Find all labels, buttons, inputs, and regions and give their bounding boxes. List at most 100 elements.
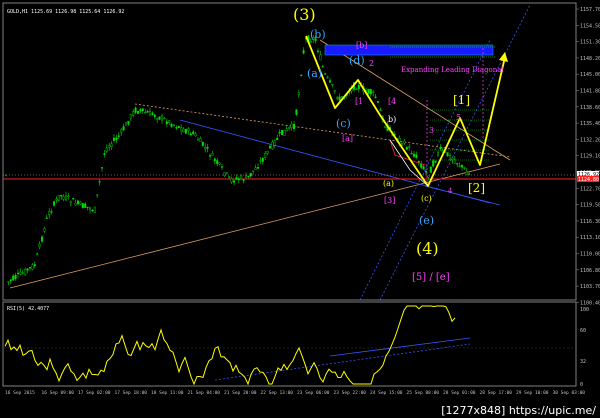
time-tick-label: 16 Sep 2015 bbox=[5, 390, 35, 396]
wave-a-box-label: [a] bbox=[342, 134, 353, 143]
wave-1-yellow-label: [1] bbox=[453, 93, 470, 107]
candle-body bbox=[410, 153, 413, 155]
candle-body bbox=[415, 154, 418, 158]
candle-body bbox=[281, 130, 284, 135]
candle-body bbox=[33, 264, 36, 267]
candle-body bbox=[120, 129, 123, 133]
candle-body bbox=[271, 141, 274, 150]
rsi-tick-label: 100 bbox=[580, 307, 589, 313]
wave-4-label: (4) bbox=[416, 239, 439, 258]
candle-body bbox=[425, 171, 428, 173]
wave-2-yellow-label: [2] bbox=[468, 181, 485, 195]
candle-body bbox=[156, 118, 159, 120]
candle-body bbox=[278, 131, 281, 134]
chart-window: GOLD,H1 1125.69 1126.98 1125.64 1126.92 … bbox=[2, 2, 600, 417]
time-tick-label: 25 Sep 08:00 bbox=[407, 390, 440, 396]
candle-body bbox=[84, 203, 87, 208]
price-tick-label: 1106.80 bbox=[580, 268, 600, 274]
candle-body bbox=[103, 153, 106, 155]
candle-body bbox=[446, 152, 449, 157]
rsi-header: RSI(5) 42.4077 bbox=[7, 306, 49, 312]
candle-body bbox=[254, 167, 257, 170]
candle-body bbox=[76, 200, 79, 205]
candle-body bbox=[228, 176, 231, 178]
candle-body bbox=[417, 160, 420, 163]
time-tick-label: 23 Sep 06:00 bbox=[297, 390, 330, 396]
candle-body bbox=[4, 174, 7, 176]
candle-body bbox=[134, 107, 137, 113]
candle-body bbox=[372, 91, 375, 93]
candle-body bbox=[184, 129, 187, 134]
candle-body bbox=[326, 76, 329, 78]
candle-body bbox=[9, 279, 12, 282]
price-tick-label: 1135.40 bbox=[580, 121, 600, 127]
candle-body bbox=[333, 89, 336, 92]
candle-body bbox=[172, 124, 175, 126]
candle-body bbox=[141, 108, 144, 111]
candle-body bbox=[336, 97, 339, 99]
wave-5-label: 5 bbox=[456, 113, 461, 122]
candle-body bbox=[237, 178, 240, 181]
candle-body bbox=[211, 153, 214, 156]
wave-a-label: (a) bbox=[307, 67, 322, 80]
candle-body bbox=[64, 195, 67, 201]
time-tick-label: 28 Sep 01:00 bbox=[443, 390, 476, 396]
candle-body bbox=[62, 196, 65, 200]
candle-body bbox=[26, 268, 29, 271]
candle-body bbox=[317, 50, 320, 52]
candle-body bbox=[158, 116, 161, 120]
candle-body bbox=[295, 109, 298, 115]
candle-body bbox=[427, 175, 430, 178]
candle-body bbox=[247, 175, 250, 177]
candle-body bbox=[144, 112, 147, 114]
candle-body bbox=[38, 243, 41, 247]
wave-b-small-label: b) bbox=[388, 115, 396, 124]
candle-body bbox=[269, 145, 272, 149]
candle-body bbox=[290, 123, 293, 128]
rsi-tick-label: 0 bbox=[580, 382, 583, 388]
candle-body bbox=[7, 281, 10, 283]
candle-body bbox=[240, 175, 243, 179]
price-tick-label: 1113.10 bbox=[580, 235, 600, 241]
candle-body bbox=[413, 153, 416, 157]
candle-body bbox=[115, 137, 118, 140]
candle-body bbox=[189, 133, 192, 136]
candle-body bbox=[19, 271, 22, 275]
candle-body bbox=[288, 126, 291, 129]
time-tick-label: 24 Sep 15:00 bbox=[370, 390, 403, 396]
candle-body bbox=[57, 195, 60, 201]
candle-body bbox=[165, 121, 168, 125]
candle-body bbox=[451, 157, 454, 161]
candle-body bbox=[266, 150, 269, 154]
candle-body bbox=[53, 201, 56, 206]
candle-body bbox=[74, 202, 77, 206]
time-tick-label: 30 Sep 03:00 bbox=[553, 390, 586, 396]
wave-e-label: (e) bbox=[419, 214, 434, 227]
wave-4-small-label: [4 bbox=[388, 97, 396, 106]
candle-body bbox=[204, 147, 207, 150]
candle-body bbox=[86, 206, 89, 208]
candle-body bbox=[242, 179, 245, 181]
candle-body bbox=[367, 89, 370, 94]
wave-3-label: (3) bbox=[293, 5, 316, 24]
candle-body bbox=[194, 133, 197, 137]
rsi-axis: 100 60 32 0 bbox=[580, 307, 589, 388]
time-tick-label: 22 Sep 13:00 bbox=[261, 390, 294, 396]
rsi-tick-label: 60 bbox=[580, 328, 586, 334]
wave-c-label: (c) bbox=[336, 117, 351, 130]
candle-body bbox=[50, 211, 53, 213]
candle-body bbox=[216, 160, 219, 164]
price-tick-label: 1141.80 bbox=[580, 89, 600, 95]
rsi-subwindow[interactable] bbox=[2, 301, 577, 387]
candle-body bbox=[244, 175, 247, 179]
candle-body bbox=[31, 264, 34, 270]
time-tick-label: 18 Sep 11:00 bbox=[151, 390, 184, 396]
candle-body bbox=[208, 155, 211, 157]
candle-body bbox=[463, 167, 466, 169]
price-tick-label: 1145.00 bbox=[580, 72, 600, 78]
candle-body bbox=[458, 165, 461, 167]
price-tick-label: 1148.20 bbox=[580, 56, 600, 62]
price-tick-label: 1116.30 bbox=[580, 219, 600, 225]
candle-body bbox=[196, 139, 199, 141]
time-tick-label: 29 Sep 10:00 bbox=[516, 390, 549, 396]
